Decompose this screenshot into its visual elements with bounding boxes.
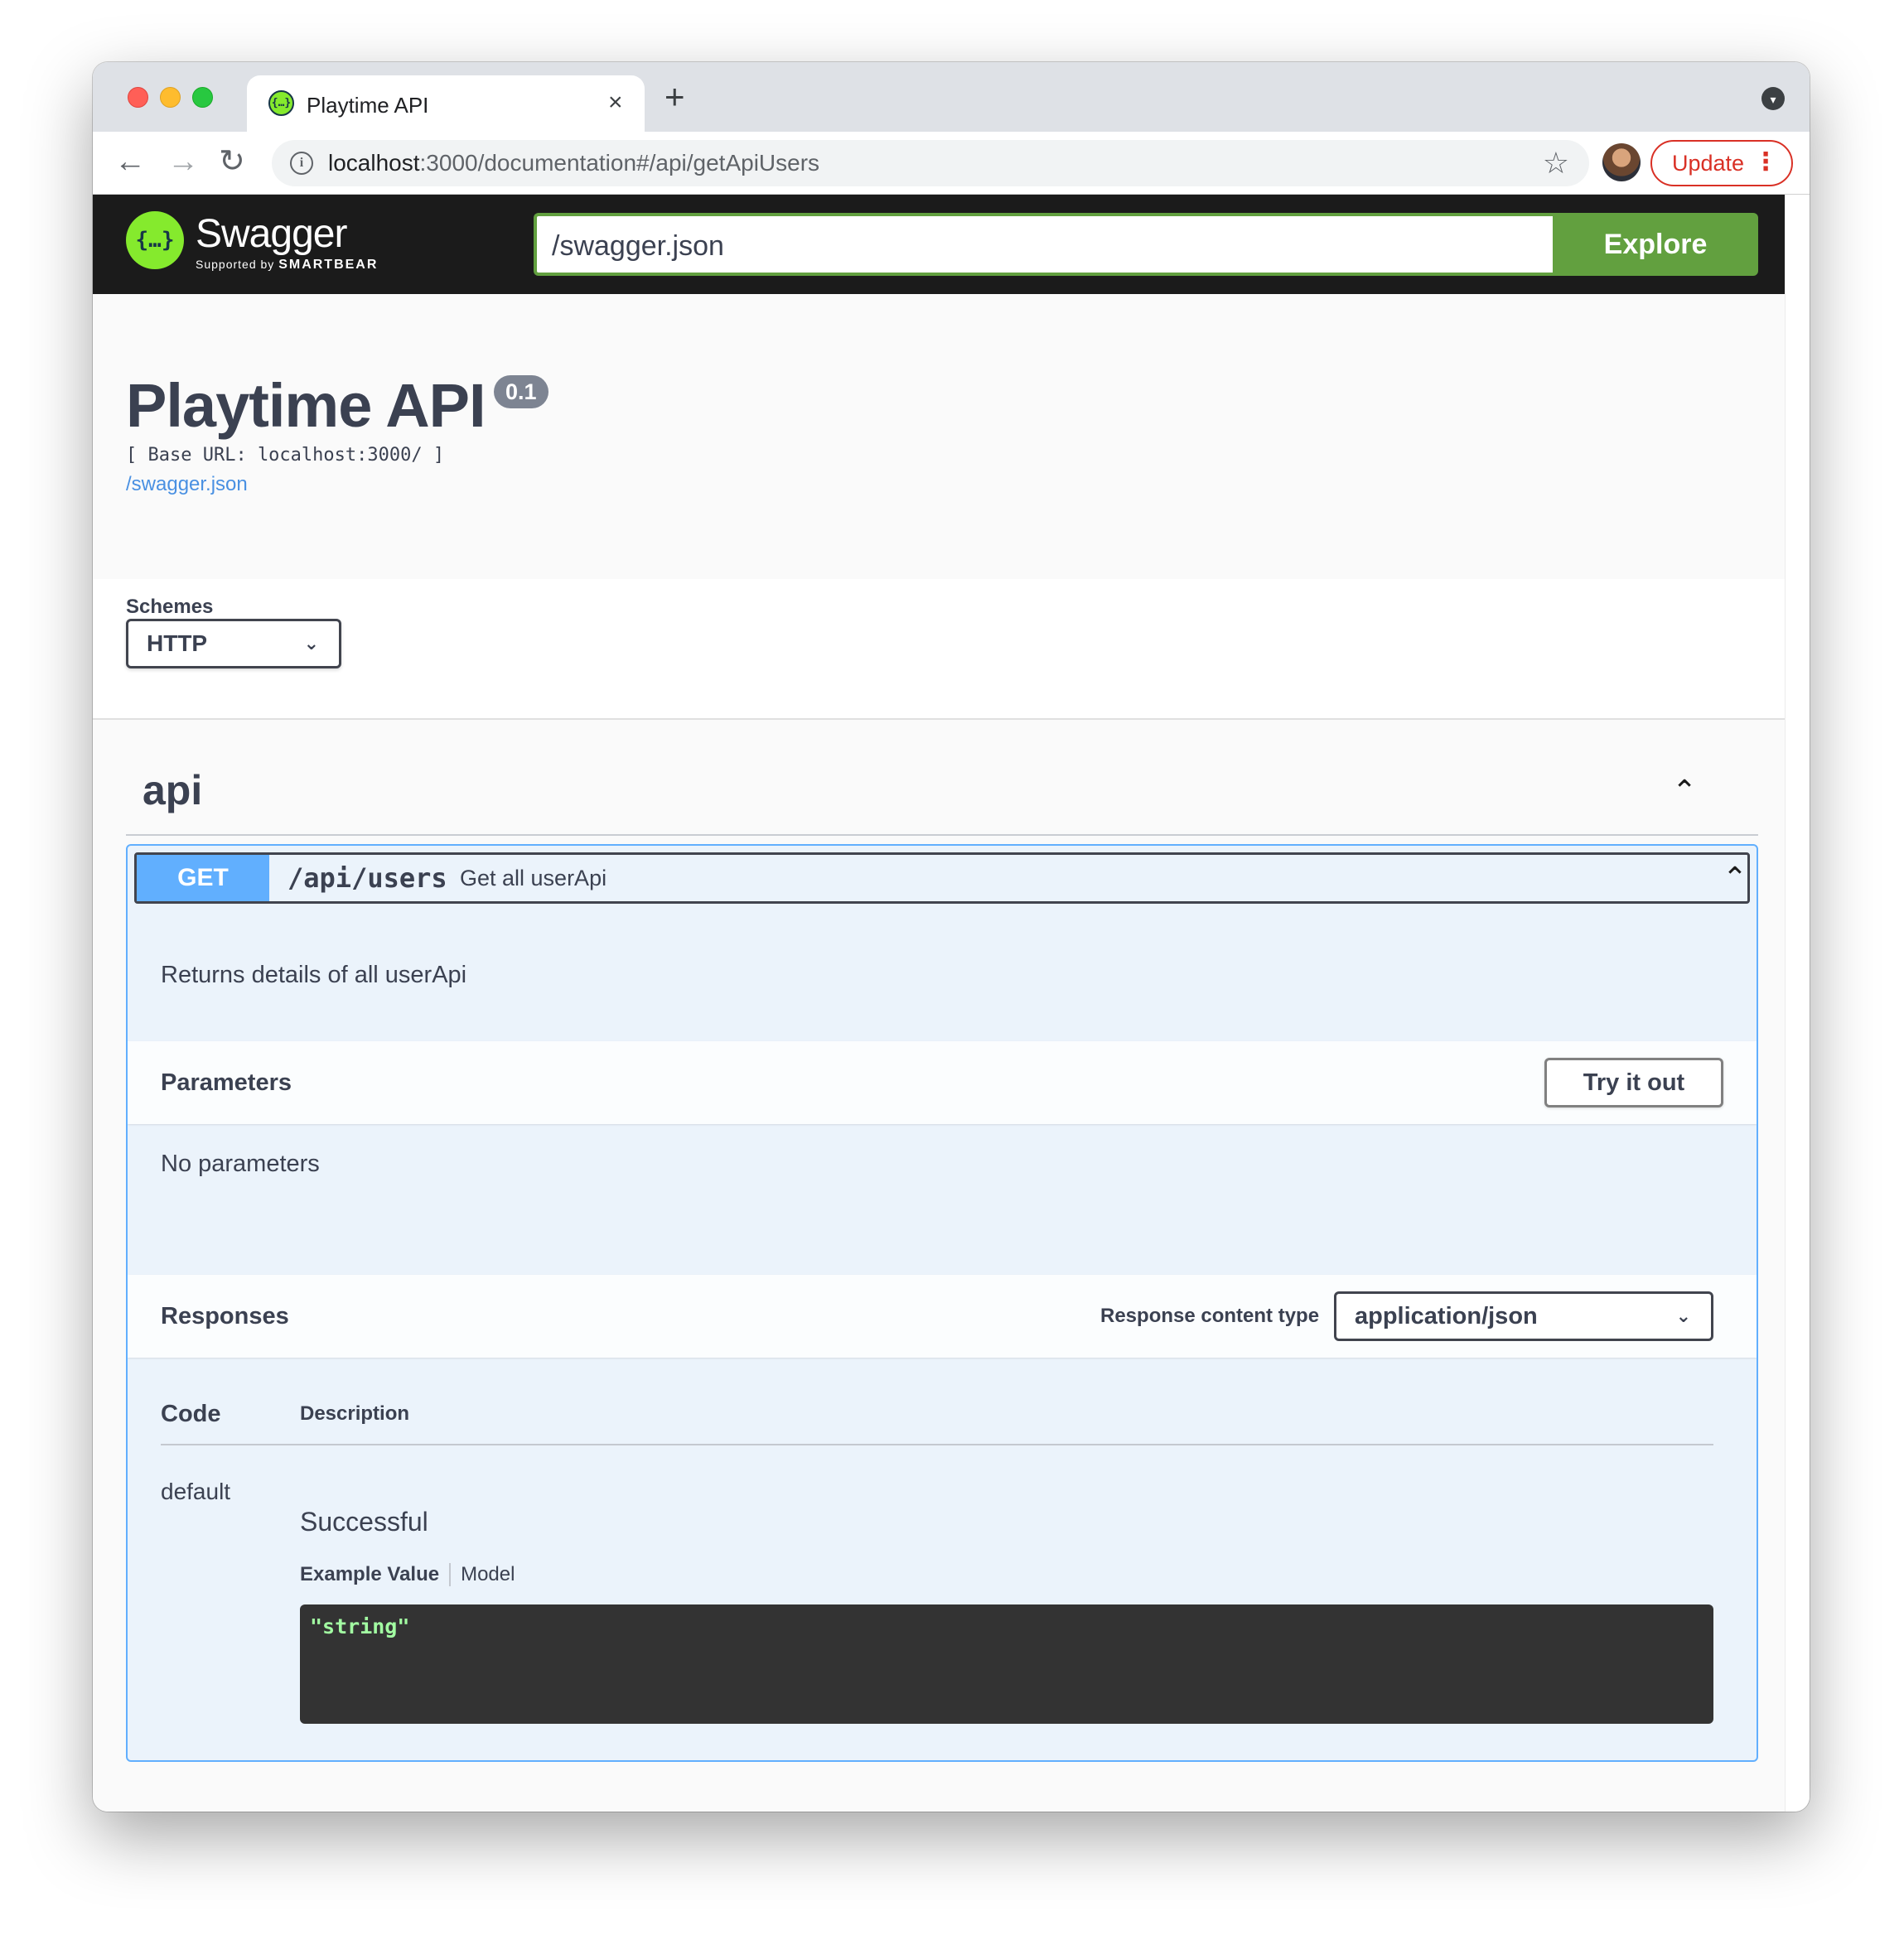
swagger-favicon-icon: {…} — [268, 90, 294, 116]
response-description: Successful — [300, 1507, 428, 1537]
update-button[interactable]: Update ⋮ — [1650, 140, 1793, 186]
schemes-selected: HTTP — [147, 630, 208, 656]
example-model-tabs: Example Value Model — [300, 1563, 515, 1586]
parameters-title: Parameters — [161, 1069, 292, 1096]
operation-path: /api/users — [288, 862, 447, 894]
scrollbar[interactable] — [1785, 195, 1810, 1812]
new-tab-icon[interactable]: + — [664, 80, 685, 114]
response-content-type-value: application/json — [1355, 1303, 1538, 1329]
no-parameters-text: No parameters — [161, 1151, 320, 1177]
tab-example-value[interactable]: Example Value — [300, 1563, 439, 1586]
close-window-button[interactable] — [128, 87, 148, 108]
explore-button[interactable]: Explore — [1553, 213, 1758, 276]
tab-model[interactable]: Model — [461, 1563, 515, 1586]
method-badge: GET — [137, 855, 269, 901]
more-menu-icon[interactable]: ⋮ — [1753, 142, 1778, 183]
site-info-icon[interactable]: i — [290, 152, 313, 175]
profile-avatar[interactable] — [1602, 143, 1641, 181]
schemes-section: Schemes HTTP ⌄ — [93, 579, 1785, 720]
spec-link[interactable]: /swagger.json — [126, 473, 248, 496]
example-code-block: "string" — [300, 1604, 1713, 1724]
swagger-logo-icon[interactable]: {…} — [126, 211, 184, 269]
back-arrow-icon[interactable]: ← — [114, 143, 146, 180]
address-bar[interactable]: i localhost:3000/documentation#/api/getA… — [272, 140, 1589, 186]
try-it-out-button[interactable]: Try it out — [1544, 1058, 1723, 1107]
swagger-logo-text: Swagger — [196, 212, 347, 256]
reload-icon[interactable]: ↻ — [219, 143, 245, 180]
chevron-up-icon[interactable]: ⌃ — [1672, 766, 1697, 816]
browser-window: {…} Playtime API × + ▾ ← → ↻ i localhost… — [93, 62, 1810, 1812]
chevron-up-icon[interactable]: ⌃ — [1723, 855, 1747, 901]
response-content-type-label: Response content type — [1100, 1305, 1320, 1327]
swagger-topbar: {…} Swagger Supported by SMARTBEAR /swag… — [93, 195, 1785, 294]
tag-divider — [126, 834, 1758, 836]
tab-search-icon[interactable]: ▾ — [1761, 87, 1785, 110]
spec-url-input[interactable]: /swagger.json — [534, 213, 1553, 276]
response-code: default — [161, 1479, 231, 1504]
example-code-text: "string" — [310, 1614, 410, 1638]
tab-strip: {…} Playtime API × + ▾ — [93, 62, 1810, 132]
tag-title[interactable]: api — [143, 766, 202, 814]
url-host: localhost — [328, 150, 420, 176]
minimize-window-button[interactable] — [160, 87, 181, 108]
schemes-label: Schemes — [126, 596, 214, 618]
tab-title: Playtime API — [307, 93, 429, 118]
tab-separator — [449, 1563, 452, 1586]
operation-block: GET /api/users Get all userApi ⌃ Returns… — [126, 844, 1758, 1762]
tab-close-icon[interactable]: × — [608, 89, 623, 117]
update-label: Update — [1672, 151, 1745, 176]
chevron-down-icon: ⌄ — [1675, 1305, 1691, 1326]
url-path: :3000/documentation#/api/getApiUsers — [419, 150, 820, 176]
responses-divider — [161, 1444, 1713, 1445]
logo-sub-prefix: Supported by — [196, 258, 275, 271]
browser-tab[interactable]: {…} Playtime API × — [247, 75, 645, 132]
column-header-code: Code — [161, 1401, 221, 1427]
operation-summary[interactable]: GET /api/users Get all userApi ⌃ — [134, 852, 1750, 904]
response-content-type-select[interactable]: application/json ⌄ — [1334, 1291, 1713, 1341]
swagger-logo-subtitle: Supported by SMARTBEAR — [196, 258, 378, 273]
address-url[interactable]: localhost:3000/documentation#/api/getApi… — [328, 150, 819, 176]
version-badge: 0.1 — [494, 375, 548, 408]
parameters-header: Parameters Try it out — [128, 1041, 1757, 1124]
bookmark-star-icon[interactable]: ☆ — [1543, 145, 1569, 181]
browser-toolbar: ← → ↻ i localhost:3000/documentation#/ap… — [93, 132, 1810, 195]
logo-sub-brand: SMARTBEAR — [278, 258, 379, 272]
page-title: Playtime API — [126, 371, 486, 440]
column-header-description: Description — [300, 1402, 410, 1425]
forward-arrow-icon[interactable]: → — [167, 143, 199, 180]
page-viewport: {…} Swagger Supported by SMARTBEAR /swag… — [93, 195, 1785, 1812]
chevron-down-icon: ⌄ — [303, 633, 319, 654]
schemes-select[interactable]: HTTP ⌄ — [126, 619, 341, 668]
operation-description: Returns details of all userApi — [161, 962, 467, 988]
maximize-window-button[interactable] — [192, 87, 213, 108]
responses-title: Responses — [161, 1303, 289, 1329]
base-url: [ Base URL: localhost:3000/ ] — [126, 445, 445, 466]
operation-summary-text: Get all userApi — [460, 866, 607, 890]
responses-header: Responses Response content type applicat… — [128, 1275, 1757, 1358]
